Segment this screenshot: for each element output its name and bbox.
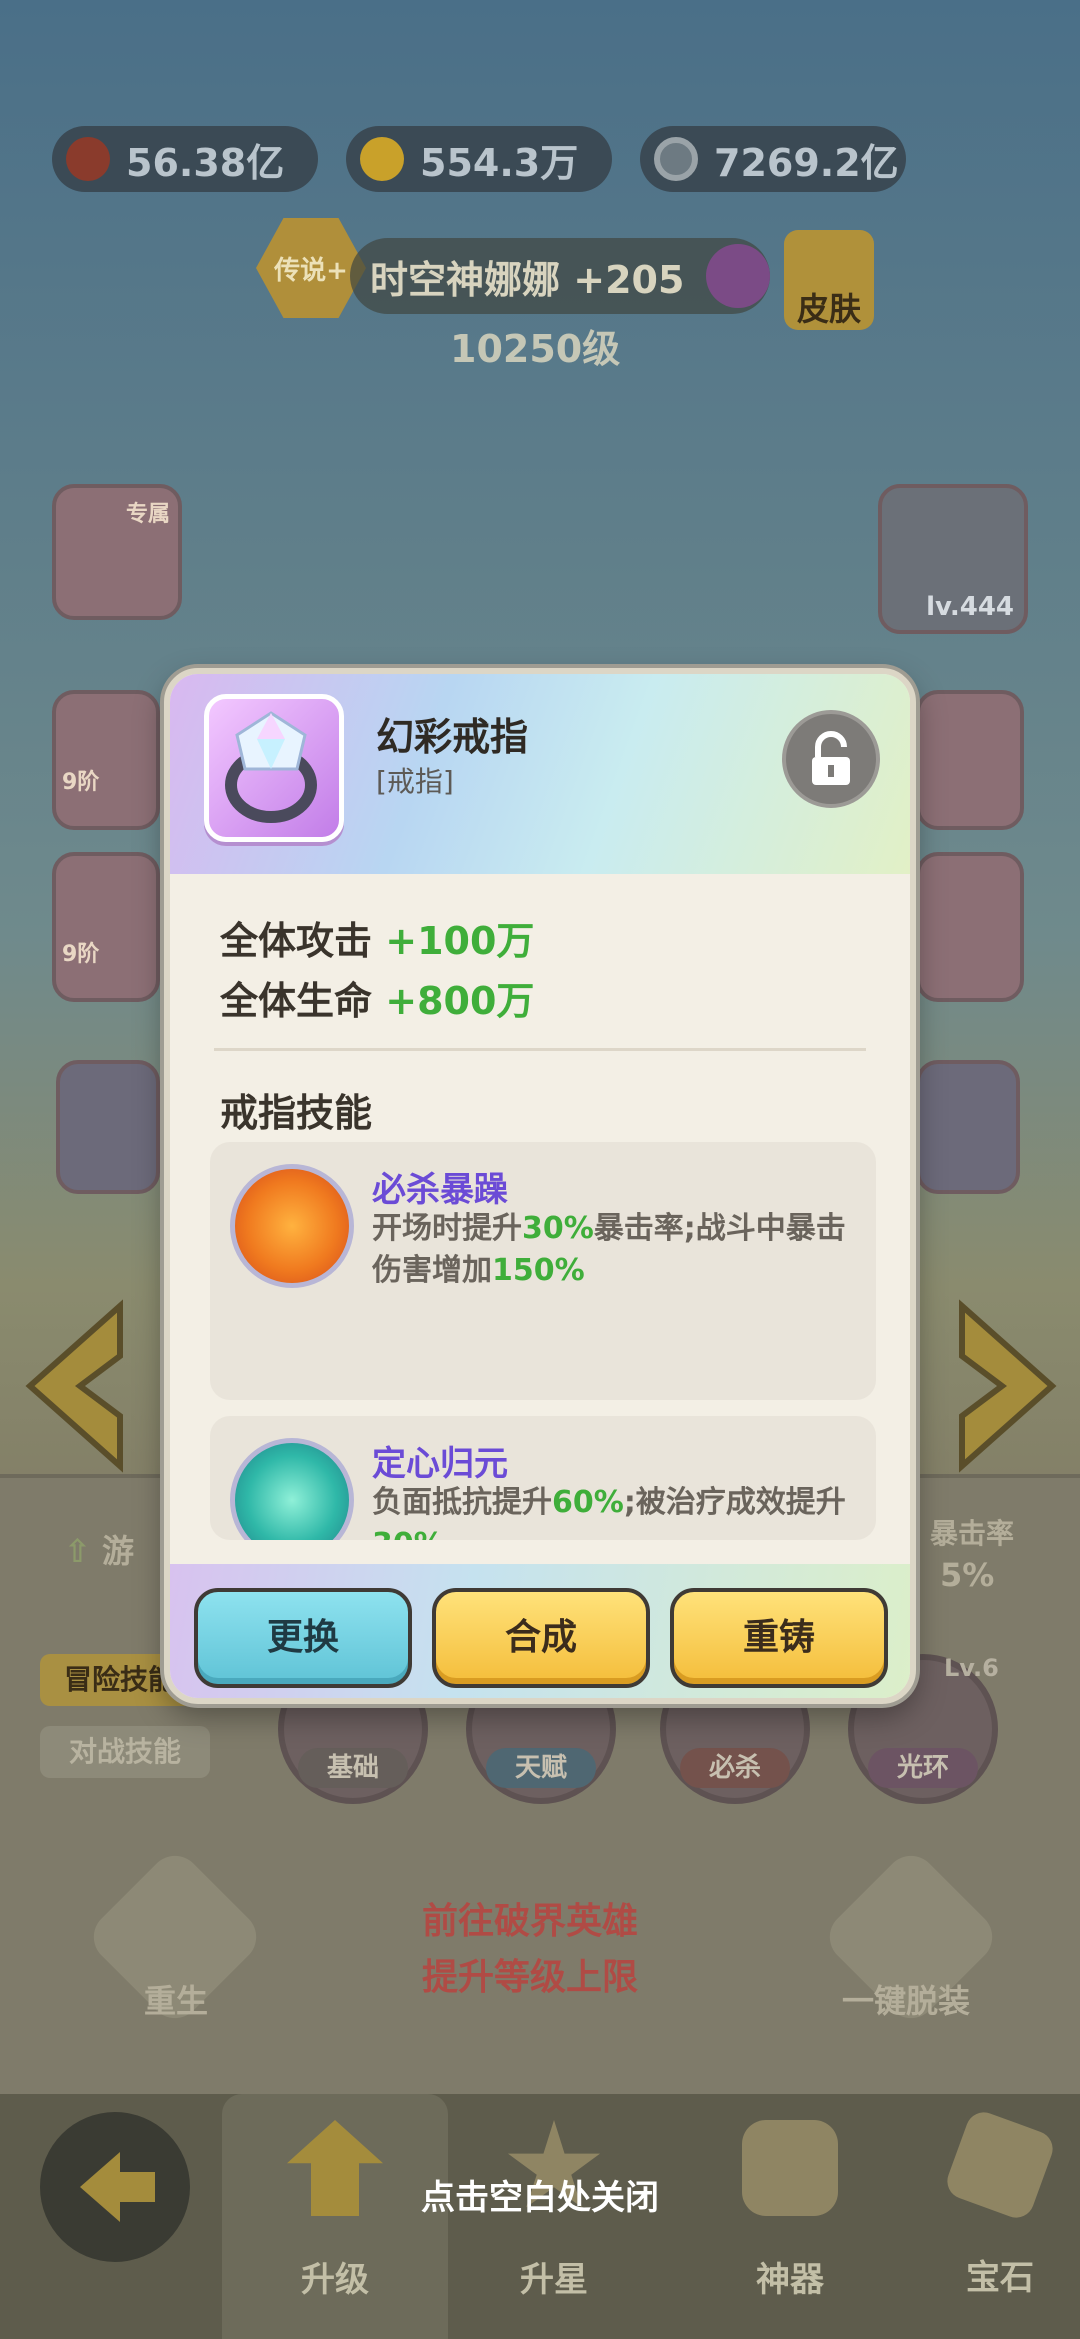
panel-partial-label: ⇧ 游 (64, 1526, 134, 1572)
exclusive-equip-slot[interactable]: 专属 (52, 484, 182, 620)
skill-name: 必杀暴躁 (372, 1170, 508, 1210)
nav-gem-label: 宝石 (966, 2258, 1034, 2298)
left-equip-slot-1[interactable]: 9阶 (52, 690, 160, 830)
stats-divider (214, 1048, 866, 1051)
skill-description: 负面抵抗提升60%;被治疗成效提升 30% (372, 1482, 852, 1540)
item-type: [戒指] (376, 765, 454, 798)
stat-health-label: 全体生命 (220, 979, 373, 1023)
stat-attack-label: 全体攻击 (220, 919, 373, 963)
ring-icon (225, 711, 317, 823)
up-arrow-icon: ⇧ (64, 1532, 91, 1570)
skill-level: Lv.6 (944, 1654, 999, 1682)
skill-desc-value: 30% (522, 1211, 594, 1246)
left-equip-slot-2[interactable]: 9阶 (52, 852, 160, 1002)
lock-button[interactable] (782, 710, 880, 808)
close-hint[interactable]: 点击空白处关闭 (0, 2170, 1080, 2219)
shield-figure-icon (230, 1438, 354, 1540)
prev-arrow-icon[interactable] (20, 1296, 130, 1476)
skill-desc-value: 150% (492, 1253, 585, 1288)
ring-item-frame (204, 694, 344, 842)
skin-button[interactable]: 皮肤 (784, 230, 874, 330)
skin-label: 皮肤 (796, 290, 861, 328)
skill-tag-ultimate: 必杀 (680, 1748, 790, 1788)
item-name: 幻彩戒指 (376, 715, 529, 759)
tab-adventure-label: 冒险技能 (63, 1663, 176, 1696)
skill-tag-aura: 光环 (868, 1748, 978, 1788)
skill-card: 必杀暴躁 开场时提升30%暴击率;战斗中暴击伤害增加150% (210, 1142, 876, 1400)
skill-desc-text: 开场时提升 (372, 1211, 522, 1246)
synthesize-button[interactable]: 合成 (432, 1588, 650, 1688)
stat-health-value: +800万 (385, 979, 535, 1023)
rebirth-label: 重生 (144, 1982, 209, 2020)
skill-card: 定心归元 负面抵抗提升60%;被治疗成效提升 30% (210, 1416, 876, 1540)
right-equip-slot-1[interactable] (916, 690, 1024, 830)
claw-fire-icon (230, 1164, 354, 1288)
skill-description: 开场时提升30%暴击率;战斗中暴击伤害增加150% (372, 1208, 852, 1292)
meat-icon (66, 137, 110, 181)
rarity-text: 传说+ (274, 255, 348, 286)
skill-desc-value: 60% (552, 1485, 624, 1520)
ring-skills-title: 戒指技能 (220, 1091, 373, 1135)
stat-health: 全体生命 +800万 (220, 970, 534, 1025)
notice-line-1[interactable]: 前往破界英雄 (422, 1892, 638, 1944)
next-arrow-icon[interactable] (952, 1296, 1062, 1476)
notice-line-2[interactable]: 提升等级上限 (422, 1948, 638, 2000)
dialog-header: 幻彩戒指 [戒指] (170, 674, 910, 874)
chick-icon (360, 137, 404, 181)
tab-battle-label: 对战技能 (68, 1735, 181, 1768)
currency-meat: 56.38亿 (52, 126, 318, 192)
partial-label-text: 游 (101, 1532, 134, 1570)
nav-upgrade-label: 升级 (301, 2260, 369, 2300)
currency-coin-value: 7269.2亿 (714, 140, 899, 185)
currency-chick-value: 554.3万 (420, 140, 579, 185)
skill-tag-basic: 基础 (298, 1748, 408, 1788)
currency-meat-value: 56.38亿 (126, 140, 285, 185)
ring-detail-dialog: 幻彩戒指 [戒指] 全体攻击 +100万 全体生命 +800万 戒指技能 必杀暴… (164, 668, 916, 1704)
unlock-icon (812, 731, 850, 785)
right-equip-slot-3[interactable] (916, 1060, 1020, 1194)
skill-desc-text: ;被治疗成效提升 (623, 1485, 846, 1520)
dialog-button-bar: 更换 合成 重铸 (170, 1564, 910, 1698)
skill-name: 定心归元 (372, 1444, 508, 1484)
skill-tag-talent: 天赋 (486, 1748, 596, 1788)
exclusive-tag: 专属 (125, 502, 170, 527)
rarity-badge: 传说+ (256, 218, 366, 318)
unequip-all-label: 一键脱装 (842, 1982, 971, 2020)
stat-attack: 全体攻击 +100万 (220, 910, 534, 965)
hero-name: 时空神娜娜 +205 (370, 257, 685, 302)
stat-attack-value: +100万 (385, 919, 535, 963)
currency-chick: 554.3万 (346, 126, 612, 192)
nav-artifact-label: 神器 (756, 2260, 824, 2300)
recast-button[interactable]: 重铸 (670, 1588, 888, 1688)
crit-rate-label: 暴击率 (930, 1517, 1015, 1550)
nav-star-up-label: 升星 (520, 2260, 588, 2300)
pet-slot[interactable]: lv.444 (878, 484, 1028, 634)
skill-desc-text: 负面抵抗提升 (372, 1485, 552, 1520)
replace-button[interactable]: 更换 (194, 1588, 412, 1688)
right-equip-slot-2[interactable] (916, 852, 1024, 1002)
coin-icon (654, 137, 698, 181)
tab-battle-skill[interactable]: 对战技能 (40, 1726, 210, 1778)
currency-coin: 7269.2亿 (640, 126, 906, 192)
tier-tag-b: 9阶 (62, 942, 100, 967)
skill-desc-value: 30% (372, 1527, 444, 1540)
tier-tag-a: 9阶 (62, 770, 100, 795)
crit-rate-value: 5% (940, 1556, 995, 1594)
pet-level: lv.444 (926, 592, 1014, 622)
eye-icon[interactable] (706, 244, 770, 308)
left-equip-slot-3[interactable] (56, 1060, 160, 1194)
hero-level: 10250级 (450, 327, 621, 371)
